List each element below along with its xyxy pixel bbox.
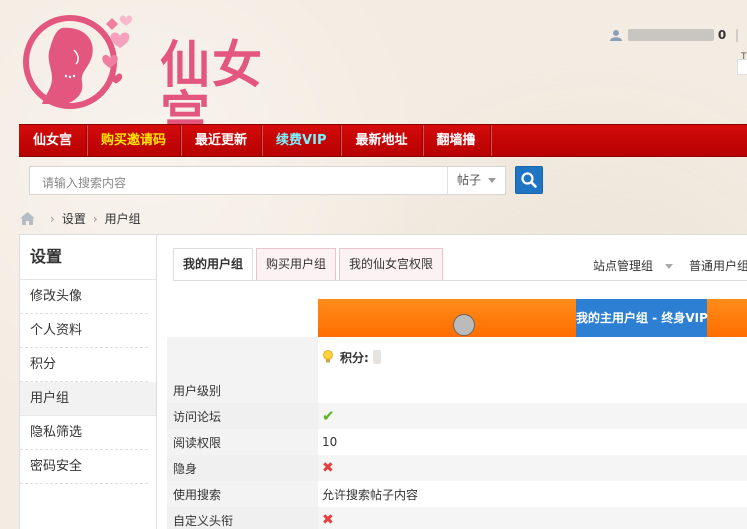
- tab-my-usergroup[interactable]: 我的用户组: [173, 248, 254, 280]
- nav-item-home[interactable]: 仙女宫: [19, 125, 88, 156]
- cross-icon: ✖: [322, 512, 334, 528]
- tab-divider: [173, 280, 747, 281]
- permission-table: 积分: 用户级别 访问论坛 ✔ 阅读权限 10 隐身 ✖ 使用搜索 允许搜索帖子…: [167, 337, 747, 529]
- blurred-username[interactable]: [627, 29, 714, 41]
- side-float-box[interactable]: [737, 59, 747, 75]
- nav-item-latest-address[interactable]: 最新地址: [341, 125, 423, 156]
- user-area: 0 | 我的: [610, 26, 747, 43]
- chevron-down-icon[interactable]: [665, 264, 674, 269]
- main-nav: 仙女宫 购买邀请码 最近更新 续费VIP 最新地址 翻墙撸: [19, 124, 747, 157]
- sidebar-item-avatar[interactable]: 修改头像: [20, 280, 148, 314]
- row-label: 用户级别: [167, 377, 318, 403]
- site-header: 仙女宫 0 | 我的 T: [0, 0, 747, 140]
- chevron-down-icon: [488, 178, 497, 183]
- table-row: 用户级别: [167, 377, 747, 403]
- table-row: 访问论坛 ✔: [167, 403, 747, 429]
- tab-my-permissions[interactable]: 我的仙女宫权限: [339, 248, 444, 280]
- row-value: 10: [322, 435, 338, 449]
- nav-item-vpn[interactable]: 翻墙撸: [423, 125, 491, 156]
- blurred-points: [372, 350, 381, 364]
- search-button[interactable]: [515, 166, 543, 194]
- lightbulb-icon: [323, 350, 333, 363]
- group-switcher: 站点管理组 普通用户组: [593, 257, 747, 274]
- row-label: 阅读权限: [167, 429, 318, 455]
- main-content: 我的用户组 购买用户组 我的仙女宫权限 站点管理组 普通用户组 我的主用户组 - …: [157, 234, 747, 529]
- progress-marker: [453, 314, 475, 336]
- group-link-normal[interactable]: 普通用户组: [689, 259, 747, 273]
- row-label: 隐身: [167, 455, 318, 481]
- search-box: 请输入搜索内容 帖子: [29, 166, 506, 195]
- table-row: 使用搜索 允许搜索帖子内容: [167, 481, 747, 507]
- row-label: 自定义头衔: [167, 507, 318, 529]
- home-icon[interactable]: [20, 212, 35, 225]
- usergroup-progress-bar: 我的主用户组 - 终身VIP: [318, 299, 747, 337]
- current-usergroup-badge: 我的主用户组 - 终身VIP: [576, 299, 708, 337]
- check-icon: ✔: [322, 406, 335, 425]
- breadcrumb: › 设置 › 用户组: [20, 210, 141, 227]
- points-row: 积分:: [167, 337, 747, 377]
- row-value: ✖: [318, 513, 334, 527]
- sidebar-item-profile[interactable]: 个人资料: [20, 314, 148, 348]
- user-digit: 0: [717, 28, 727, 42]
- group-link-admin[interactable]: 站点管理组: [593, 259, 653, 273]
- search-input[interactable]: 请输入搜索内容: [42, 174, 126, 191]
- table-row: 阅读权限 10: [167, 429, 747, 455]
- search-icon: [521, 172, 537, 188]
- row-label: 访问论坛: [167, 403, 318, 429]
- table-row: 自定义头衔 ✖: [167, 507, 747, 529]
- points-label: 积分:: [340, 350, 369, 365]
- row-label: 使用搜索: [167, 481, 318, 507]
- settings-sidebar: 设置 修改头像 个人资料 积分 用户组 隐私筛选 密码安全: [19, 234, 157, 529]
- row-value: ✖: [318, 461, 334, 475]
- nav-item-recent[interactable]: 最近更新: [181, 125, 263, 156]
- sidebar-item-points[interactable]: 积分: [20, 348, 148, 382]
- sidebar-item-usergroup[interactable]: 用户组: [20, 382, 156, 416]
- cross-icon: ✖: [322, 460, 334, 476]
- breadcrumb-settings[interactable]: 设置: [62, 210, 86, 227]
- sidebar-item-password[interactable]: 密码安全: [20, 450, 148, 484]
- user-icon: [610, 30, 622, 41]
- tab-buy-usergroup[interactable]: 购买用户组: [256, 248, 337, 280]
- breadcrumb-usergroup[interactable]: 用户组: [105, 210, 141, 227]
- nav-item-buy-invite[interactable]: 购买邀请码: [87, 125, 182, 156]
- search-type-label: 帖子: [457, 173, 482, 187]
- sidebar-item-privacy[interactable]: 隐私筛选: [20, 416, 148, 450]
- sidebar-title: 设置: [20, 235, 156, 280]
- table-row: 隐身 ✖: [167, 455, 747, 481]
- points-value: 积分:: [318, 349, 381, 366]
- points-row-label: [167, 337, 318, 377]
- row-value: ✔: [318, 406, 335, 425]
- chevron-right-icon: ›: [50, 211, 55, 226]
- search-type-select[interactable]: 帖子: [447, 167, 506, 194]
- row-value: 允许搜索帖子内容: [322, 487, 419, 502]
- site-logo[interactable]: 仙女宫: [22, 10, 302, 140]
- usergroup-tabs: 我的用户组 购买用户组 我的仙女宫权限: [173, 248, 446, 280]
- chevron-right-icon: ›: [92, 211, 98, 226]
- fairy-logo-icon: [23, 15, 133, 109]
- nav-item-renew-vip[interactable]: 续费VIP: [262, 125, 342, 156]
